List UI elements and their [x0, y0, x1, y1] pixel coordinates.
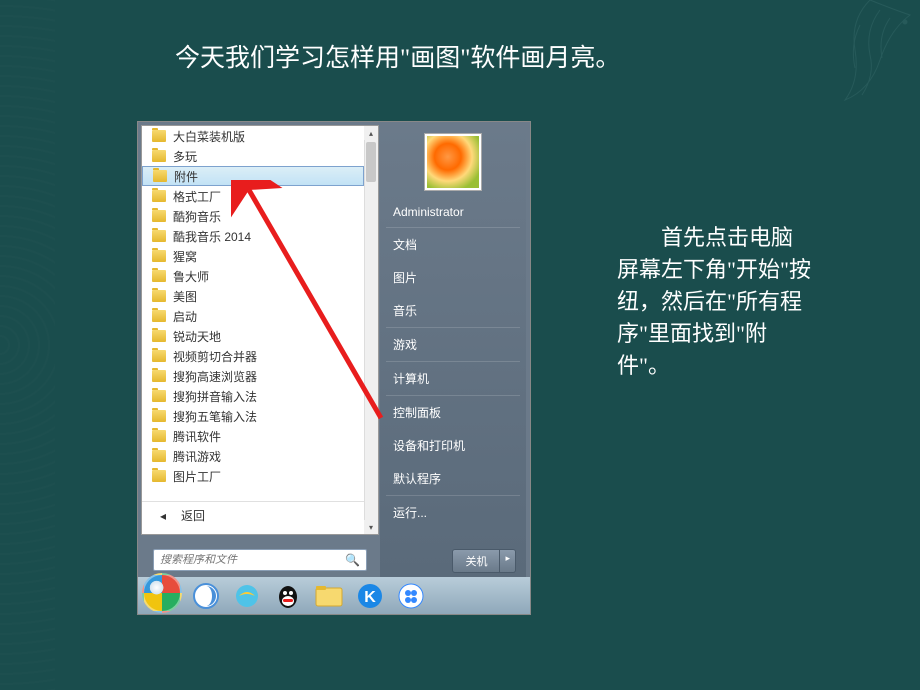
program-label: 酷我音乐 2014 — [173, 228, 251, 245]
program-label: 搜狗五笔输入法 — [173, 408, 257, 425]
folder-icon — [152, 370, 166, 382]
folder-icon — [152, 330, 166, 342]
program-label: 搜狗高速浏览器 — [173, 368, 257, 385]
program-label: 格式工厂 — [173, 188, 221, 205]
program-label: 锐动天地 — [173, 328, 221, 345]
folder-icon — [152, 350, 166, 362]
folder-icon — [152, 130, 166, 142]
folder-icon — [152, 470, 166, 482]
taskbar-qq[interactable] — [270, 581, 305, 611]
search-box[interactable]: 🔍 — [153, 549, 367, 571]
program-label: 美图 — [173, 288, 197, 305]
program-label: 图片工厂 — [173, 468, 221, 485]
back-button[interactable]: ◂ 返回 — [142, 501, 378, 529]
shutdown-button[interactable]: 关机 — [452, 549, 500, 573]
program-item[interactable]: 大白菜装机版 — [142, 126, 364, 146]
scrollbar[interactable]: ▴ ▾ — [364, 126, 378, 534]
program-item[interactable]: 格式工厂 — [142, 186, 364, 206]
program-list: 大白菜装机版多玩附件格式工厂酷狗音乐酷我音乐 2014 猩窝鲁大师美图启动锐动天地… — [142, 126, 364, 501]
start-button[interactable] — [142, 573, 182, 613]
program-label: 腾讯软件 — [173, 428, 221, 445]
avatar-image — [427, 136, 479, 188]
instruction-text: 首先点击电脑屏幕左下角"开始"按纽，然后在"所有程序"里面找到"附件"。 — [617, 222, 812, 381]
start-menu-right-panel: Administrator文档图片音乐游戏计算机控制面板设备和打印机默认程序运行… — [380, 125, 526, 579]
start-menu-left-panel: 大白菜装机版多玩附件格式工厂酷狗音乐酷我音乐 2014 猩窝鲁大师美图启动锐动天地… — [141, 125, 379, 535]
right-menu-item[interactable]: 音乐 — [380, 294, 526, 327]
right-menu-item[interactable]: 游戏 — [380, 328, 526, 361]
program-item[interactable]: 多玩 — [142, 146, 364, 166]
right-menu-item[interactable]: 运行... — [380, 496, 526, 529]
program-item[interactable]: 图片工厂 — [142, 466, 364, 486]
right-menu-item[interactable]: 默认程序 — [380, 462, 526, 495]
page-title: 今天我们学习怎样用"画图"软件画月亮。 — [175, 38, 620, 74]
right-menu-item[interactable]: 设备和打印机 — [380, 429, 526, 462]
program-item[interactable]: 搜狗高速浏览器 — [142, 366, 364, 386]
shutdown-options-button[interactable]: ▸ — [500, 549, 516, 573]
search-icon: 🔍 — [345, 553, 360, 567]
taskbar: K — [138, 577, 530, 614]
program-item[interactable]: 搜狗拼音输入法 — [142, 386, 364, 406]
program-label: 视频剪切合并器 — [173, 348, 257, 365]
folder-icon — [152, 230, 166, 242]
phoenix-decoration — [800, 0, 920, 130]
search-area: 🔍 — [141, 542, 379, 578]
program-item[interactable]: 猩窝 — [142, 246, 364, 266]
right-menu-item[interactable]: 文档 — [380, 228, 526, 261]
program-item[interactable]: 腾讯游戏 — [142, 446, 364, 466]
folder-icon — [152, 250, 166, 262]
right-menu-item[interactable]: 图片 — [380, 261, 526, 294]
right-menu-list: Administrator文档图片音乐游戏计算机控制面板设备和打印机默认程序运行… — [380, 197, 526, 529]
folder-icon — [152, 410, 166, 422]
program-item[interactable]: 酷狗音乐 — [142, 206, 364, 226]
right-menu-item[interactable]: 控制面板 — [380, 396, 526, 429]
program-item[interactable]: 搜狗五笔输入法 — [142, 406, 364, 426]
folder-icon — [152, 270, 166, 282]
folder-icon — [152, 290, 166, 302]
program-item[interactable]: 锐动天地 — [142, 326, 364, 346]
program-label: 启动 — [173, 308, 197, 325]
start-menu-screenshot: 大白菜装机版多玩附件格式工厂酷狗音乐酷我音乐 2014 猩窝鲁大师美图启动锐动天地… — [137, 121, 531, 615]
scroll-down-icon[interactable]: ▾ — [364, 520, 378, 534]
folder-icon — [152, 210, 166, 222]
taskbar-ie-browser[interactable] — [229, 581, 264, 611]
folder-icon — [152, 150, 166, 162]
folder-icon — [152, 310, 166, 322]
folder-icon — [152, 430, 166, 442]
program-item[interactable]: 视频剪切合并器 — [142, 346, 364, 366]
folder-icon — [152, 390, 166, 402]
program-label: 多玩 — [173, 148, 197, 165]
user-name[interactable]: Administrator — [380, 197, 526, 227]
scroll-up-icon[interactable]: ▴ — [364, 126, 378, 140]
taskbar-baidu[interactable] — [393, 581, 428, 611]
right-menu-item[interactable]: 计算机 — [380, 362, 526, 395]
back-label: 返回 — [181, 507, 205, 524]
back-arrow-icon: ◂ — [160, 509, 166, 523]
taskbar-folder[interactable] — [311, 581, 346, 611]
program-label: 大白菜装机版 — [173, 128, 245, 145]
user-avatar[interactable] — [424, 133, 482, 191]
program-label: 搜狗拼音输入法 — [173, 388, 257, 405]
program-item[interactable]: 鲁大师 — [142, 266, 364, 286]
program-label: 附件 — [174, 168, 198, 185]
taskbar-sogou-browser[interactable] — [188, 581, 223, 611]
program-label: 猩窝 — [173, 248, 197, 265]
folder-icon — [152, 190, 166, 202]
search-input[interactable] — [160, 554, 345, 566]
program-item[interactable]: 美图 — [142, 286, 364, 306]
folder-icon — [153, 170, 167, 182]
program-label: 酷狗音乐 — [173, 208, 221, 225]
wave-pattern-decoration — [0, 0, 55, 690]
program-item[interactable]: 启动 — [142, 306, 364, 326]
taskbar-kugou[interactable]: K — [352, 581, 387, 611]
scroll-thumb[interactable] — [366, 142, 376, 182]
program-label: 鲁大师 — [173, 268, 209, 285]
svg-text:K: K — [364, 589, 376, 606]
program-item[interactable]: 酷我音乐 2014 — [142, 226, 364, 246]
program-item[interactable]: 腾讯软件 — [142, 426, 364, 446]
program-label: 腾讯游戏 — [173, 448, 221, 465]
program-item[interactable]: 附件 — [142, 166, 364, 186]
folder-icon — [152, 450, 166, 462]
